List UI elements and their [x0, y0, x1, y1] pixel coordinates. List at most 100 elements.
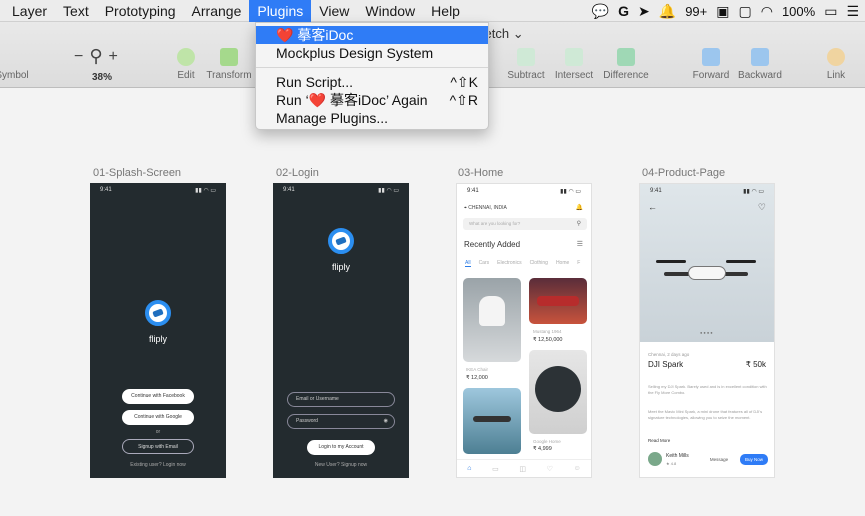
product-description: Meet the Mavic Mini Spark, a mini drone … — [648, 409, 763, 420]
menu-list-icon[interactable]: ☰ — [846, 0, 859, 22]
magnifier-icon[interactable]: ⚲ — [89, 46, 102, 67]
drone-rotor — [726, 260, 756, 263]
seller-avatar[interactable] — [648, 452, 662, 466]
drone-image — [473, 416, 511, 422]
camera-icon[interactable]: ◫ — [519, 465, 526, 473]
tab-clothing[interactable]: Clothing — [530, 260, 548, 267]
continue-facebook-button[interactable]: Continue with Facebook — [122, 389, 194, 404]
buy-now-button[interactable]: Buy Now — [740, 454, 768, 465]
product-name: DJI Spark — [648, 360, 684, 369]
artboard-login[interactable]: 9:41 ▮▮ ◠ ▭ fliply Email or Username Pass… — [273, 183, 409, 478]
tool-difference[interactable]: Difference — [596, 48, 656, 81]
product-card-chair[interactable] — [463, 278, 521, 362]
or-divider: or — [155, 429, 161, 435]
signup-link[interactable]: New User? Signup now — [273, 462, 409, 468]
tab-more[interactable]: F — [577, 260, 580, 267]
bell-icon[interactable]: 🔔 — [659, 0, 676, 22]
menu-layer[interactable]: Layer — [0, 0, 55, 22]
app-g-icon[interactable]: G — [618, 0, 629, 22]
zoom-in-icon[interactable]: + — [109, 48, 118, 66]
signal-icon: ▮▮ ◠ ▭ — [743, 189, 764, 195]
menu-item-idoc[interactable]: ❤️ 摹客iDoc — [256, 26, 488, 44]
tool-link[interactable]: Link — [806, 48, 865, 81]
heart-icon[interactable]: ♡ — [758, 202, 766, 213]
search-input[interactable]: What are you looking for? — [463, 218, 587, 230]
zoom-control: − ⚲ + — [74, 46, 118, 67]
message-button[interactable]: Message — [704, 454, 734, 465]
signup-email-button[interactable]: Signup with Email — [122, 439, 194, 454]
read-more-link[interactable]: Read More — [648, 438, 670, 443]
app-box-icon[interactable]: ▣ — [716, 0, 729, 22]
menu-prototyping[interactable]: Prototyping — [97, 0, 184, 22]
difference-icon — [617, 48, 635, 66]
tab-all[interactable]: All — [465, 260, 471, 267]
battery-icon[interactable]: ▭ — [824, 0, 837, 22]
login-button[interactable]: Login to my Account — [307, 440, 375, 455]
back-arrow-icon[interactable]: ← — [648, 202, 657, 212]
menu-plugins[interactable]: Plugins — [249, 0, 312, 22]
section-title: Recently Added — [464, 240, 521, 249]
bottom-nav: ⌂ ▭ ◫ ♡ ☺ — [457, 459, 591, 477]
item-caption: IKEA Chair — [466, 367, 489, 372]
tool-intersect[interactable]: Intersect — [544, 48, 604, 81]
chat-icon[interactable]: ▭ — [492, 465, 499, 473]
item-price: ₹ 12,000 — [466, 375, 488, 381]
intersect-icon — [565, 48, 583, 66]
continue-google-button[interactable]: Continue with Google — [122, 410, 194, 425]
symbol-icon — [3, 48, 21, 66]
tab-electronics[interactable]: Electronics — [497, 260, 521, 267]
home-icon[interactable]: ⌂ — [467, 465, 471, 472]
plugins-menu: ❤️ 摹客iDoc Mockplus Design System Run Scr… — [255, 22, 489, 130]
filter-icon[interactable]: ☰ — [577, 240, 583, 248]
email-field[interactable]: Email or Username — [287, 392, 395, 407]
artboard-label-login[interactable]: 02-Login — [276, 167, 319, 179]
menu-text[interactable]: Text — [55, 0, 97, 22]
drone-rotor — [656, 260, 686, 263]
send-icon[interactable]: ➤ — [638, 0, 650, 22]
menu-item-mockplus[interactable]: Mockplus Design System — [256, 44, 488, 62]
menu-item-run-again[interactable]: Run ‘❤️ 摹客iDoc’ Again ^⇧R — [256, 91, 488, 109]
menu-view[interactable]: View — [311, 0, 357, 22]
profile-icon[interactable]: ☺ — [574, 465, 581, 472]
tool-transform[interactable]: Transform — [199, 48, 259, 81]
artboard-product-page[interactable]: 9:41 ▮▮ ◠ ▭ ← ♡ ●●●● Chennai, 2 days ago … — [639, 183, 775, 478]
pin-icon: ⌖ — [464, 205, 467, 211]
heart-icon[interactable]: ♡ — [547, 465, 553, 473]
battery-percent: 100% — [781, 3, 816, 19]
transform-icon — [220, 48, 238, 66]
wifi-icon[interactable]: ◠ — [761, 0, 773, 22]
menu-item-run-script[interactable]: Run Script... ^⇧K — [256, 73, 488, 91]
carousel-dots[interactable]: ●●●● — [700, 330, 714, 335]
artboard-splash-screen[interactable]: 9:41 ▮▮ ◠ ▭ fliply Continue with Facebook… — [90, 183, 226, 478]
menu-item-manage-plugins[interactable]: Manage Plugins... — [256, 109, 488, 127]
tool-symbol[interactable]: Symbol — [0, 48, 42, 81]
tab-home[interactable]: Home — [556, 260, 569, 267]
login-link[interactable]: Existing user? Login now — [90, 462, 226, 468]
product-location: Chennai, 2 days ago — [648, 352, 690, 357]
link-icon — [827, 48, 845, 66]
menu-arrange[interactable]: Arrange — [184, 0, 250, 22]
zoom-out-icon[interactable]: − — [74, 48, 83, 66]
tab-cars[interactable]: Cars — [479, 260, 490, 267]
artboard-label-product[interactable]: 04-Product-Page — [642, 167, 725, 179]
password-field[interactable]: Password ◉ — [287, 414, 395, 429]
bell-icon[interactable]: 🔔 — [576, 204, 583, 211]
search-icon[interactable]: ⚲ — [577, 220, 581, 227]
tool-backward[interactable]: Backward — [730, 48, 790, 81]
eye-icon[interactable]: ◉ — [384, 415, 388, 428]
menu-help[interactable]: Help — [423, 0, 468, 22]
product-card-drone[interactable] — [463, 388, 521, 454]
product-card-car[interactable] — [529, 278, 587, 324]
artboard-label-splash[interactable]: 01-Splash-Screen — [93, 167, 181, 179]
seller-rating: ★ 4.8 — [666, 461, 677, 466]
artboard-home[interactable]: 9:41 ▮▮ ◠ ▭ ⌖ CHENNAI, INDIA 🔔 What are y… — [456, 183, 592, 478]
artboard-label-home[interactable]: 03-Home — [458, 167, 503, 179]
shortcut-run-again: ^⇧R — [449, 92, 478, 108]
category-tabs: All Cars Electronics Clothing Home F — [465, 260, 580, 267]
menu-window[interactable]: Window — [357, 0, 423, 22]
product-card-speaker[interactable] — [529, 350, 587, 434]
fliply-logo-icon — [145, 300, 171, 326]
status-bar: 9:41 ▮▮ ◠ ▭ — [283, 187, 399, 194]
wechat-icon[interactable]: 💬 — [592, 0, 609, 22]
app-b-icon[interactable]: ▢ — [739, 0, 752, 22]
